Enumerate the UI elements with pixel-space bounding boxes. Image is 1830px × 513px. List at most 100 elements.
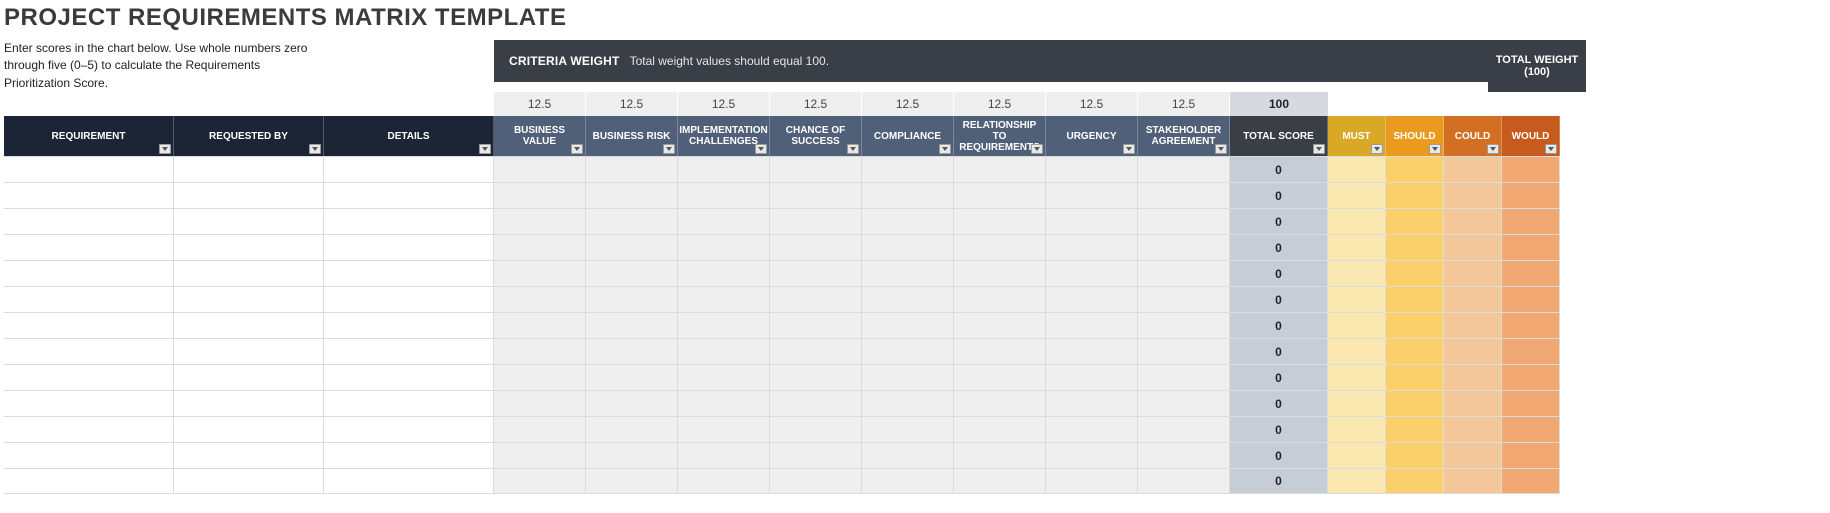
- cell-criteria-score[interactable]: [678, 156, 770, 182]
- cell-would[interactable]: [1502, 442, 1560, 468]
- filter-icon[interactable]: [663, 144, 675, 154]
- col-header-requested-by[interactable]: REQUESTED BY: [174, 116, 324, 156]
- filter-icon[interactable]: [571, 144, 583, 154]
- cell-details[interactable]: [324, 312, 494, 338]
- cell-criteria-score[interactable]: [1138, 416, 1230, 442]
- cell-criteria-score[interactable]: [1046, 234, 1138, 260]
- cell-criteria-score[interactable]: [586, 182, 678, 208]
- cell-criteria-score[interactable]: [494, 390, 586, 416]
- cell-details[interactable]: [324, 286, 494, 312]
- cell-criteria-score[interactable]: [770, 468, 862, 494]
- col-header-must[interactable]: MUST: [1328, 116, 1386, 156]
- cell-criteria-score[interactable]: [954, 260, 1046, 286]
- criteria-weight-cell[interactable]: 12.5: [586, 92, 678, 116]
- cell-criteria-score[interactable]: [954, 468, 1046, 494]
- cell-criteria-score[interactable]: [862, 390, 954, 416]
- cell-criteria-score[interactable]: [1138, 234, 1230, 260]
- cell-criteria-score[interactable]: [1046, 286, 1138, 312]
- criteria-weight-cell[interactable]: 12.5: [494, 92, 586, 116]
- cell-criteria-score[interactable]: [954, 338, 1046, 364]
- cell-would[interactable]: [1502, 156, 1560, 182]
- cell-criteria-score[interactable]: [678, 442, 770, 468]
- cell-details[interactable]: [324, 338, 494, 364]
- cell-requested-by[interactable]: [174, 468, 324, 494]
- cell-criteria-score[interactable]: [770, 416, 862, 442]
- cell-criteria-score[interactable]: [1046, 156, 1138, 182]
- cell-must[interactable]: [1328, 390, 1386, 416]
- filter-icon[interactable]: [159, 144, 171, 154]
- cell-should[interactable]: [1386, 416, 1444, 442]
- cell-criteria-score[interactable]: [494, 312, 586, 338]
- criteria-weight-cell[interactable]: 12.5: [954, 92, 1046, 116]
- filter-icon[interactable]: [479, 144, 491, 154]
- cell-should[interactable]: [1386, 182, 1444, 208]
- cell-criteria-score[interactable]: [1138, 338, 1230, 364]
- cell-details[interactable]: [324, 234, 494, 260]
- cell-could[interactable]: [1444, 390, 1502, 416]
- col-header-would[interactable]: WOULD: [1502, 116, 1560, 156]
- cell-criteria-score[interactable]: [586, 156, 678, 182]
- cell-requested-by[interactable]: [174, 390, 324, 416]
- filter-icon[interactable]: [755, 144, 767, 154]
- cell-should[interactable]: [1386, 442, 1444, 468]
- cell-should[interactable]: [1386, 260, 1444, 286]
- filter-icon[interactable]: [1371, 144, 1383, 154]
- cell-would[interactable]: [1502, 364, 1560, 390]
- cell-criteria-score[interactable]: [954, 208, 1046, 234]
- cell-must[interactable]: [1328, 416, 1386, 442]
- cell-should[interactable]: [1386, 338, 1444, 364]
- cell-criteria-score[interactable]: [862, 156, 954, 182]
- cell-details[interactable]: [324, 390, 494, 416]
- cell-details[interactable]: [324, 364, 494, 390]
- cell-would[interactable]: [1502, 338, 1560, 364]
- col-header-requirement[interactable]: REQUIREMENT: [4, 116, 174, 156]
- cell-criteria-score[interactable]: [494, 208, 586, 234]
- cell-criteria-score[interactable]: [1138, 364, 1230, 390]
- cell-should[interactable]: [1386, 364, 1444, 390]
- col-header-criteria[interactable]: BUSINESS RISK: [586, 116, 678, 156]
- cell-criteria-score[interactable]: [494, 156, 586, 182]
- cell-criteria-score[interactable]: [586, 338, 678, 364]
- cell-criteria-score[interactable]: [586, 234, 678, 260]
- cell-criteria-score[interactable]: [954, 390, 1046, 416]
- cell-criteria-score[interactable]: [862, 442, 954, 468]
- cell-criteria-score[interactable]: [678, 312, 770, 338]
- cell-criteria-score[interactable]: [586, 390, 678, 416]
- cell-requirement[interactable]: [4, 182, 174, 208]
- cell-criteria-score[interactable]: [954, 182, 1046, 208]
- cell-criteria-score[interactable]: [862, 208, 954, 234]
- cell-criteria-score[interactable]: [770, 338, 862, 364]
- cell-requirement[interactable]: [4, 442, 174, 468]
- col-header-criteria[interactable]: COMPLIANCE: [862, 116, 954, 156]
- cell-criteria-score[interactable]: [770, 208, 862, 234]
- cell-would[interactable]: [1502, 416, 1560, 442]
- cell-criteria-score[interactable]: [954, 312, 1046, 338]
- cell-criteria-score[interactable]: [1138, 156, 1230, 182]
- cell-requirement[interactable]: [4, 390, 174, 416]
- cell-criteria-score[interactable]: [494, 338, 586, 364]
- cell-should[interactable]: [1386, 312, 1444, 338]
- cell-could[interactable]: [1444, 364, 1502, 390]
- cell-criteria-score[interactable]: [678, 468, 770, 494]
- cell-criteria-score[interactable]: [1046, 208, 1138, 234]
- cell-must[interactable]: [1328, 468, 1386, 494]
- cell-could[interactable]: [1444, 442, 1502, 468]
- cell-requirement[interactable]: [4, 260, 174, 286]
- col-header-criteria[interactable]: URGENCY: [1046, 116, 1138, 156]
- cell-criteria-score[interactable]: [494, 468, 586, 494]
- col-header-should[interactable]: SHOULD: [1386, 116, 1444, 156]
- cell-requested-by[interactable]: [174, 338, 324, 364]
- filter-icon[interactable]: [1429, 144, 1441, 154]
- cell-criteria-score[interactable]: [1138, 442, 1230, 468]
- cell-would[interactable]: [1502, 182, 1560, 208]
- filter-icon[interactable]: [1313, 144, 1325, 154]
- cell-criteria-score[interactable]: [1138, 468, 1230, 494]
- cell-criteria-score[interactable]: [494, 442, 586, 468]
- cell-criteria-score[interactable]: [586, 260, 678, 286]
- cell-criteria-score[interactable]: [586, 442, 678, 468]
- cell-criteria-score[interactable]: [862, 260, 954, 286]
- cell-could[interactable]: [1444, 416, 1502, 442]
- cell-must[interactable]: [1328, 286, 1386, 312]
- cell-criteria-score[interactable]: [1138, 260, 1230, 286]
- criteria-weight-cell[interactable]: 12.5: [1138, 92, 1230, 116]
